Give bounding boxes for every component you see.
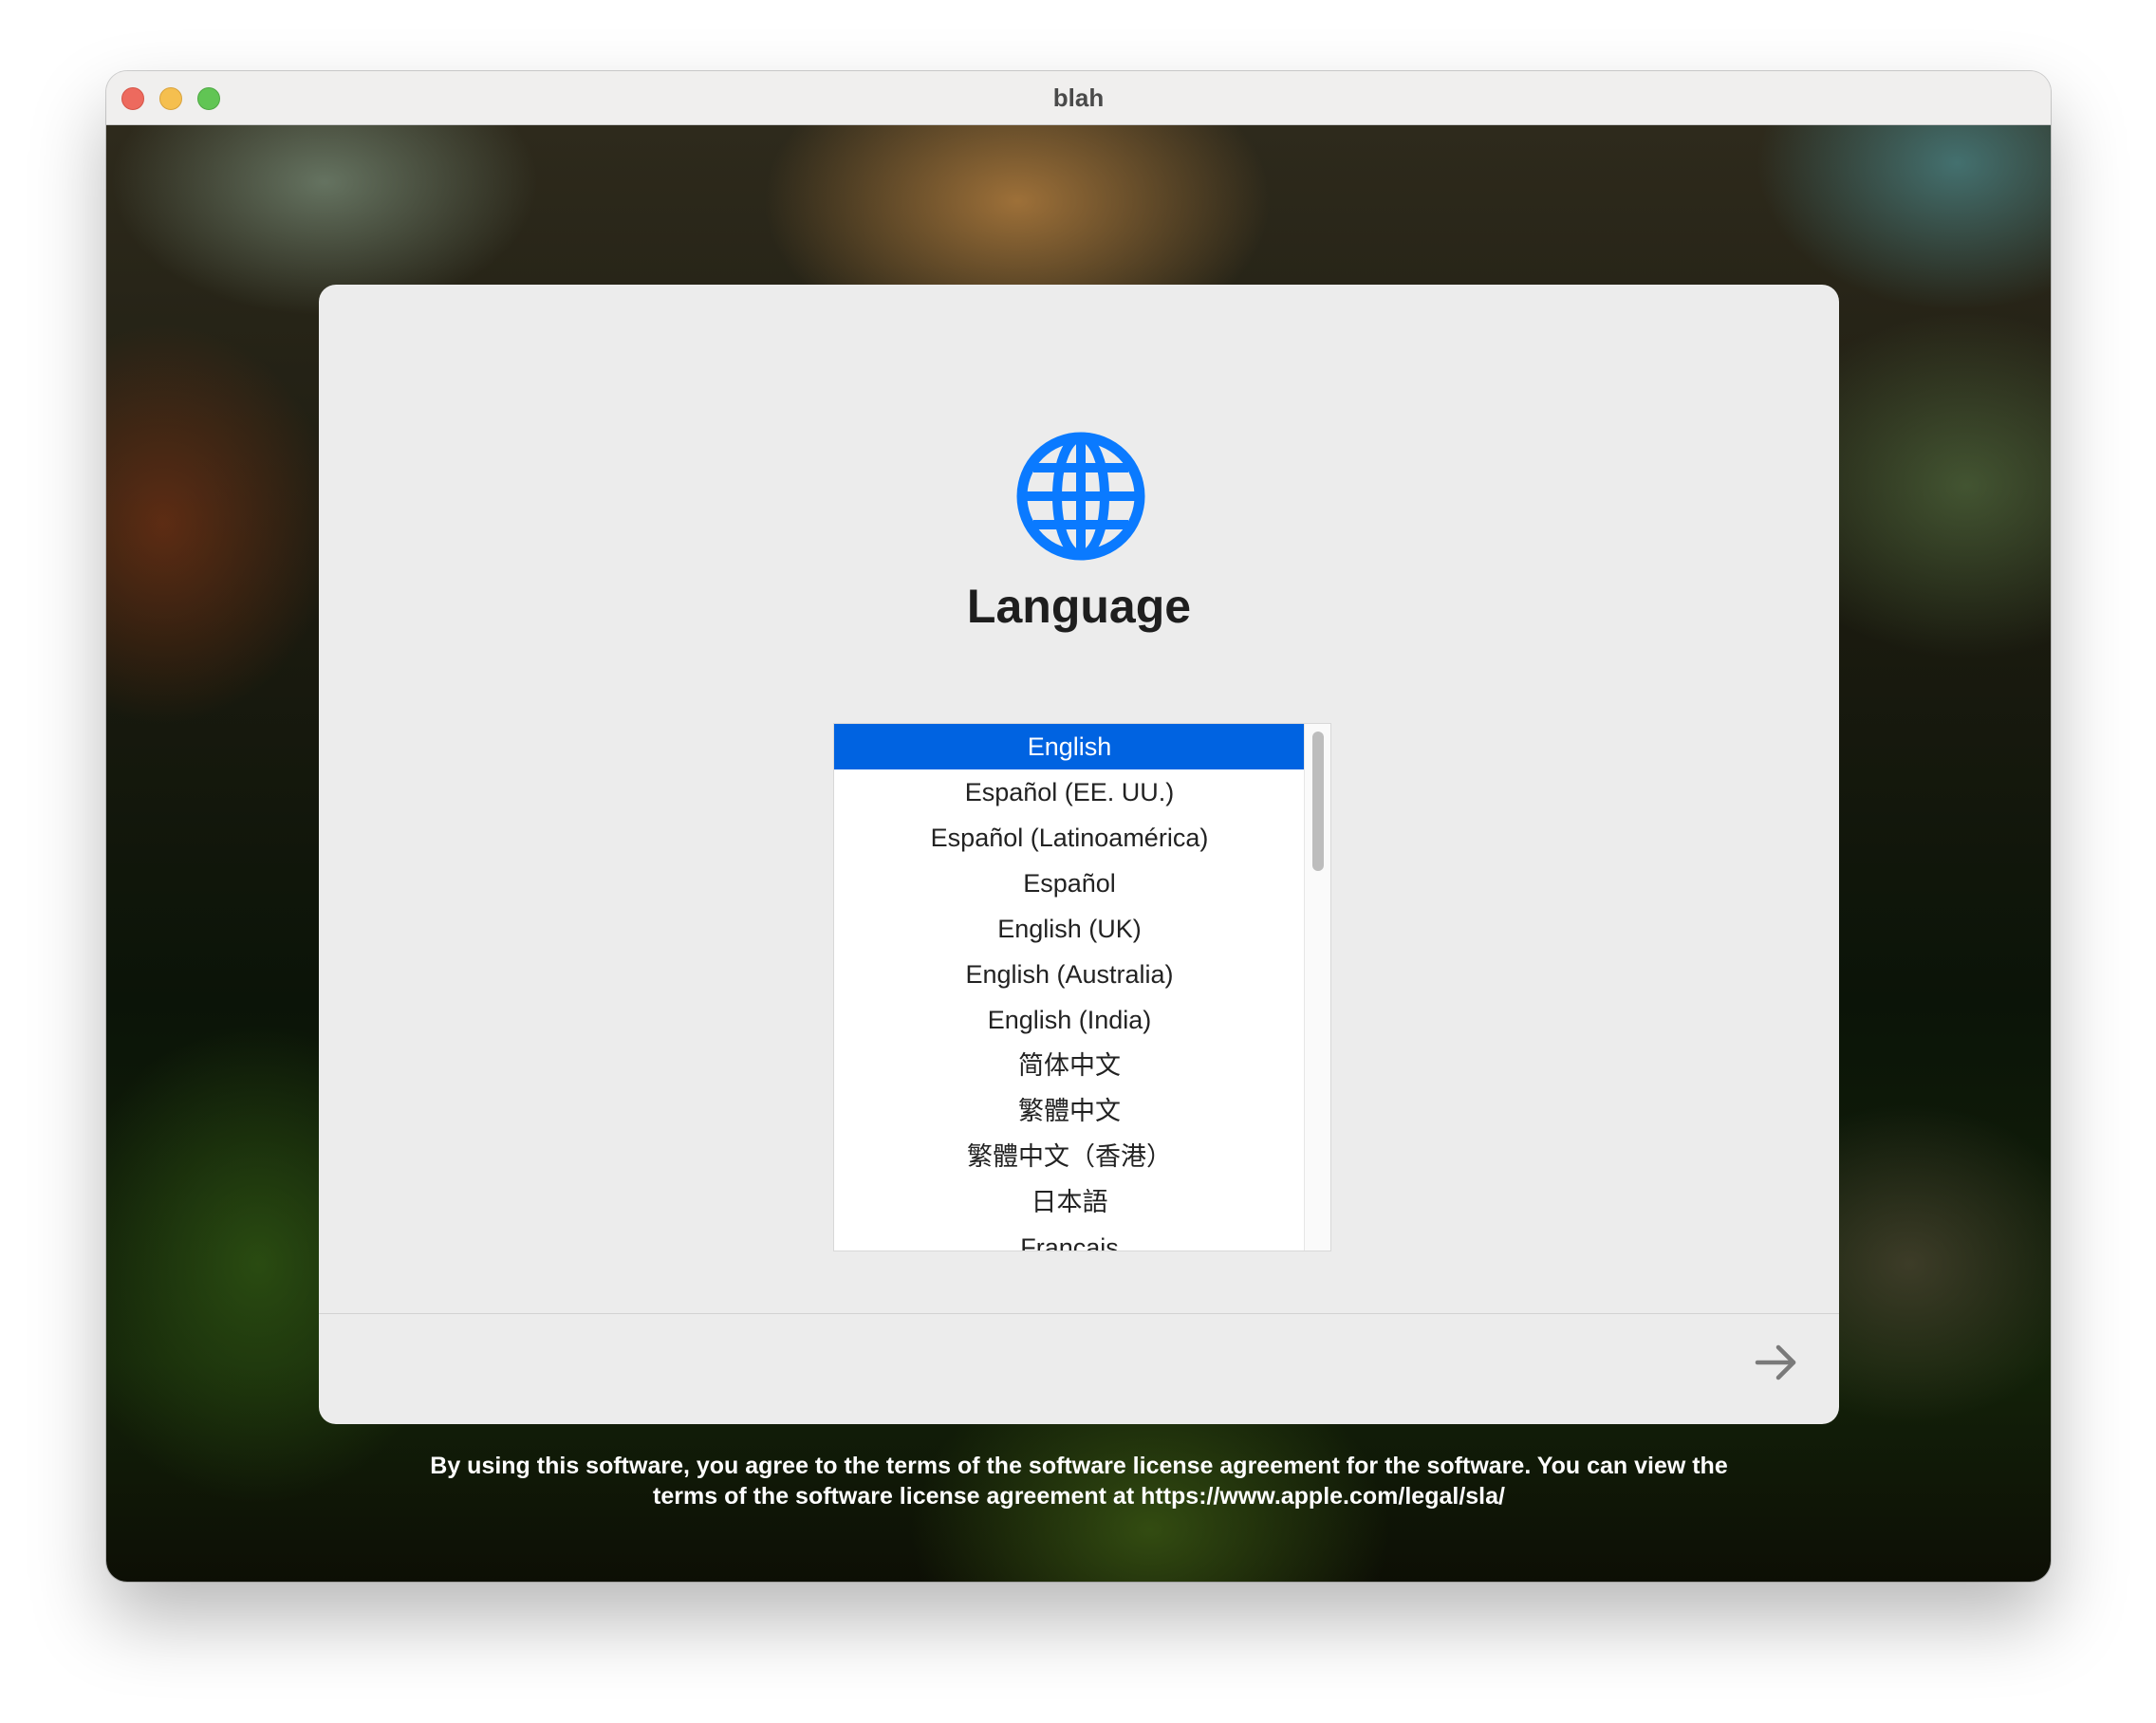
title-bar[interactable]: blah bbox=[106, 71, 2051, 125]
language-list-items: English Español (EE. UU.) Español (Latinoa… bbox=[834, 724, 1305, 1251]
language-option[interactable]: 日本語 bbox=[834, 1179, 1305, 1225]
language-option[interactable]: English (India) bbox=[834, 997, 1305, 1043]
language-option[interactable]: Français bbox=[834, 1225, 1305, 1251]
page-title: Language bbox=[966, 580, 1192, 633]
window-title: blah bbox=[1052, 83, 1105, 112]
language-list-scrollbar[interactable] bbox=[1304, 724, 1330, 1251]
language-option[interactable]: 繁體中文 bbox=[834, 1088, 1305, 1134]
footer-divider bbox=[319, 1313, 1839, 1314]
language-option[interactable]: English bbox=[834, 724, 1305, 769]
language-option[interactable]: 简体中文 bbox=[834, 1043, 1305, 1088]
language-list[interactable]: English Español (EE. UU.) Español (Latinoa… bbox=[833, 723, 1331, 1251]
language-option[interactable]: Español (EE. UU.) bbox=[834, 769, 1305, 815]
scrollbar-thumb[interactable] bbox=[1312, 732, 1324, 871]
language-option[interactable]: English (Australia) bbox=[834, 952, 1305, 997]
license-line-2: terms of the software license agreement … bbox=[653, 1483, 1505, 1510]
language-option[interactable]: Español (Latinoamérica) bbox=[834, 815, 1305, 861]
arrow-right-icon[interactable] bbox=[1752, 1338, 1801, 1387]
language-option[interactable]: English (UK) bbox=[834, 906, 1305, 952]
license-line-1: By using this software, you agree to the… bbox=[430, 1453, 1728, 1479]
language-option[interactable]: Español bbox=[834, 861, 1305, 906]
language-option[interactable]: 繁體中文（香港） bbox=[834, 1134, 1305, 1179]
setup-window: blah Language English Español (EE. UU.) Es… bbox=[106, 71, 2051, 1582]
globe-icon bbox=[1016, 432, 1145, 561]
language-setup-panel: Language English Español (EE. UU.) Español… bbox=[319, 285, 1839, 1424]
desktop-background: Language English Español (EE. UU.) Español… bbox=[106, 125, 2051, 1582]
license-notice: By using this software, you agree to the… bbox=[319, 1451, 1839, 1511]
